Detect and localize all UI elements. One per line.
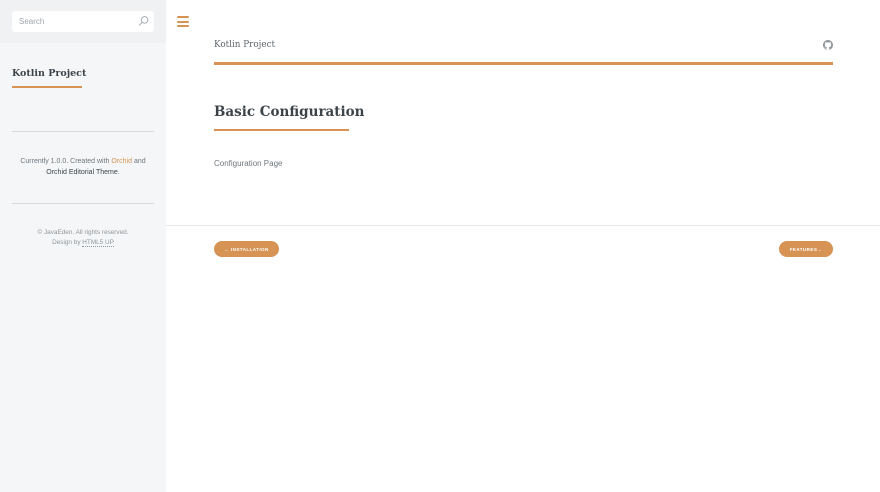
credits-prefix: Currently 1.0.0. Created with — [20, 158, 112, 165]
sidebar: Kotlin Project Currently 1.0.0. Created … — [0, 0, 166, 492]
search-icon[interactable] — [138, 15, 149, 27]
sidebar-divider — [12, 203, 154, 204]
sidebar-site-title[interactable]: Kotlin Project — [12, 68, 86, 79]
design-prefix: Design by — [52, 239, 83, 246]
menu-bar — [177, 20, 189, 23]
search-box — [12, 11, 154, 32]
menu-bar — [177, 25, 189, 27]
html5up-link[interactable]: HTML5 UP — [82, 239, 114, 247]
copyright-text: © JavaEden. All rights reserved. — [37, 229, 129, 236]
page-title: Basic Configuration — [214, 104, 365, 120]
search-input[interactable] — [12, 11, 154, 32]
sidebar-title-underline — [12, 86, 82, 88]
credits-and: and — [132, 158, 146, 165]
sidebar-credits: Currently 1.0.0. Created with Orchid and… — [12, 156, 154, 178]
header-title[interactable]: Kotlin Project — [214, 40, 275, 50]
menu-bar — [177, 16, 189, 18]
github-icon[interactable] — [823, 40, 833, 50]
credits-period: . — [117, 169, 120, 176]
page-title-underline — [214, 129, 349, 131]
orchid-link[interactable]: Orchid — [111, 158, 132, 165]
previous-page-button[interactable]: ← INSTALLATION — [214, 241, 279, 257]
hamburger-menu-icon[interactable] — [177, 16, 189, 27]
sidebar-search-area — [0, 0, 166, 43]
sidebar-divider — [12, 131, 154, 132]
page-body-text: Configuration Page — [214, 159, 283, 168]
theme-link[interactable]: Orchid Editorial Theme — [46, 169, 117, 176]
footer-divider — [166, 225, 880, 226]
header-rule — [214, 62, 833, 65]
sidebar-copyright: © JavaEden. All rights reserved. Design … — [12, 228, 154, 248]
next-page-button[interactable]: FEATURES→ — [779, 241, 833, 257]
